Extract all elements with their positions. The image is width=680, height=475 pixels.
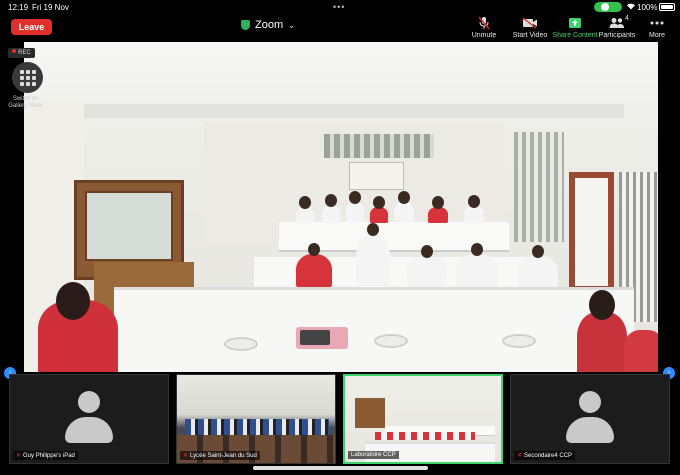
muted-mic-icon (461, 16, 507, 30)
share-content-button[interactable]: Share Content (552, 16, 598, 39)
participant-name: Guy Philippe's iPad (23, 452, 75, 459)
unmute-button[interactable]: Unmute (461, 16, 507, 39)
participant-video (177, 375, 335, 463)
gallery-view-button[interactable] (12, 62, 43, 93)
participant-tile[interactable]: ✕ Lycée Saint-Jean du Sud (176, 374, 336, 464)
meeting-title-text: Zoom (255, 19, 284, 31)
rec-label: REC (18, 50, 31, 56)
participant-tile[interactable]: ✕ Guy Philippe's iPad (9, 374, 169, 464)
battery-icon (659, 3, 675, 11)
home-indicator[interactable] (253, 466, 428, 470)
participant-video (345, 376, 501, 462)
muted-mic-icon: ✕ (16, 453, 22, 459)
avatar-placeholder-icon (65, 391, 113, 447)
status-time: 12:19 (8, 3, 29, 12)
share-screen-icon (552, 16, 598, 30)
status-date: Fri 19 Nov (32, 3, 69, 12)
participant-name: Laboratoire CCP (351, 452, 396, 458)
tablet-device (296, 327, 348, 349)
main-video-feed[interactable] (24, 42, 658, 372)
status-bar: 12:19 Fri 19 Nov ••• 100% (0, 0, 680, 14)
share-content-label: Share Content (552, 32, 598, 39)
meeting-title[interactable]: Zoom ⌄ (241, 18, 295, 32)
more-dots-icon (634, 16, 680, 30)
participants-count: 4 (625, 15, 629, 22)
start-video-button[interactable]: Start Video (507, 16, 553, 39)
shield-icon (241, 20, 250, 30)
multitasking-dots-icon[interactable]: ••• (333, 2, 345, 12)
call-indicator-icon (594, 2, 622, 12)
more-label: More (649, 32, 665, 39)
muted-mic-icon: ✕ (183, 453, 189, 459)
battery-percent: 100% (637, 3, 658, 12)
participant-tile[interactable]: ✕ Secondaire4 CCP (510, 374, 670, 464)
lab-bench (114, 287, 634, 372)
gallery-view-label: Switch to Gallery View (8, 96, 42, 109)
unmute-label: Unmute (471, 32, 497, 39)
video-off-icon (507, 16, 553, 30)
chevron-down-icon: ⌄ (288, 20, 295, 30)
leave-button[interactable]: Leave (11, 19, 52, 35)
recording-badge: REC (8, 48, 35, 58)
participant-tile-active-speaker[interactable]: Laboratoire CCP (343, 374, 503, 464)
start-video-label: Start Video (512, 32, 548, 39)
participant-name: Lycée Saint-Jean du Sud (190, 452, 257, 459)
participant-name: Secondaire4 CCP (524, 452, 573, 459)
more-button[interactable]: More (634, 16, 680, 39)
avatar-placeholder-icon (566, 391, 614, 447)
muted-mic-icon: ✕ (517, 453, 523, 459)
wifi-icon (626, 2, 636, 12)
